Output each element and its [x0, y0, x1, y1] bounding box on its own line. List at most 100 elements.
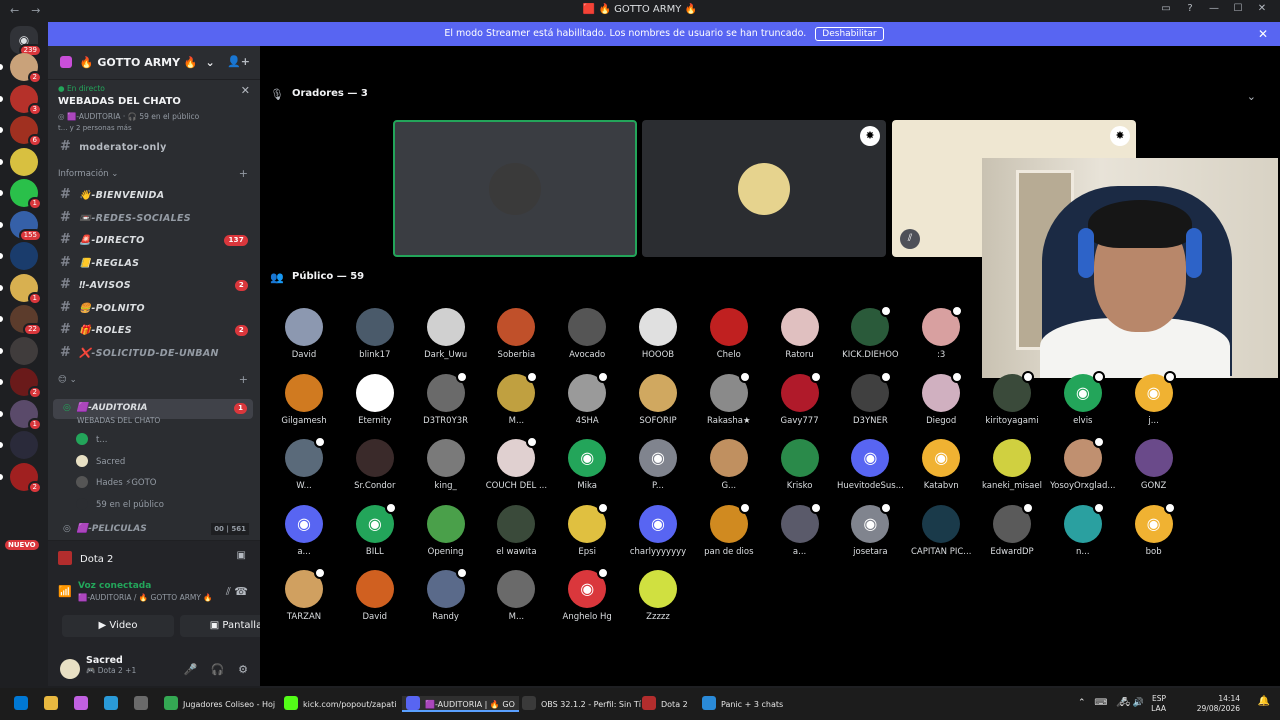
audience-member[interactable]: M...	[481, 370, 551, 426]
audience-member[interactable]: Sr.Condor	[340, 439, 410, 491]
voice-status[interactable]: Voz conectada	[78, 581, 250, 591]
channel-directo[interactable]: # 🚨-DIRECTO 137	[48, 229, 260, 252]
chevron-up-icon[interactable]: ⌃	[1078, 698, 1086, 708]
channel-clipped[interactable]: # moderator-only	[48, 140, 260, 156]
minimize-button[interactable]: —	[1202, 3, 1226, 14]
add-member-icon[interactable]: 👤+	[227, 55, 250, 68]
live-stage-card[interactable]: ● En directo WEBADAS DEL CHATO ◎ 🟪-AUDIT…	[48, 80, 260, 144]
microphone-icon[interactable]: 🎤	[184, 663, 198, 676]
audience-member[interactable]: :3	[906, 305, 976, 360]
voice-location[interactable]: 🟪-AUDITORIA / 🔥 GOTTO ARMY 🔥	[78, 593, 250, 602]
server-icon[interactable]: 2	[0, 462, 42, 494]
audience-member[interactable]: Diegod	[906, 370, 976, 426]
audience-member[interactable]: kaneki_misael	[977, 439, 1047, 491]
video-button[interactable]: ▶ Video	[62, 615, 174, 637]
audience-member[interactable]: D3YNER	[835, 370, 905, 426]
audience-member[interactable]: Gavy777	[765, 370, 835, 426]
category-emoji[interactable]: 😊 ⌄ +	[48, 370, 260, 390]
server-icon[interactable]: 1	[0, 273, 42, 305]
voice-member[interactable]: Sacred	[76, 453, 125, 471]
audience-member[interactable]: G...	[694, 439, 764, 491]
audience-member[interactable]: D3TR0Y3R	[411, 370, 481, 426]
voice-member[interactable]: 59 en el público	[76, 496, 164, 514]
audience-member[interactable]: Rakasha★	[694, 370, 764, 426]
user-info[interactable]: Sacred 🎮 Dota 2 +1 🎤 🎧 ⚙	[48, 649, 260, 687]
noise-suppression-icon[interactable]: ⫽	[226, 585, 231, 598]
audience-member[interactable]: ◉ Mika	[552, 439, 622, 491]
audience-member[interactable]: ◉ a...	[269, 504, 339, 557]
disconnect-icon[interactable]: ☎	[234, 585, 248, 598]
speaker-tile[interactable]	[393, 120, 637, 257]
server-icon[interactable]	[0, 147, 38, 176]
channel-solicitud-de-unban[interactable]: # ❌-SOLICITUD-DE-UNBAN	[48, 342, 260, 365]
audience-member[interactable]: king_	[411, 439, 481, 491]
server-icon[interactable]: 1	[0, 399, 42, 431]
audience-member[interactable]: EdwardDP	[977, 501, 1047, 557]
audience-member[interactable]: Epsi	[552, 501, 622, 557]
taskbar-app[interactable]: Panic + 3 chats	[702, 696, 783, 712]
audience-member[interactable]: COUCH DEL ...	[481, 436, 551, 491]
audience-member[interactable]: ◉ charlyyyyyyy	[623, 504, 693, 557]
audience-member[interactable]: David	[340, 570, 410, 622]
taskbar-app[interactable]	[104, 696, 123, 712]
channel-roles[interactable]: # 🎁-ROLES 2	[48, 319, 260, 342]
taskbar-app[interactable]: kick.com/popout/zapati	[284, 696, 397, 712]
audience-member[interactable]: ◉ BILL	[340, 501, 410, 557]
maximize-button[interactable]: ☐	[1226, 3, 1250, 14]
disable-streamer-button[interactable]: Deshabilitar	[815, 27, 884, 41]
close-button[interactable]: ✕	[1250, 3, 1274, 14]
audience-member[interactable]: TARZÁN	[269, 567, 339, 622]
audience-member[interactable]: GONZ	[1119, 439, 1189, 491]
keyboard-icon[interactable]: ⌨	[1094, 698, 1107, 708]
taskbar-app[interactable]	[44, 696, 63, 712]
channel-avisos[interactable]: # ‼-AVISOS 2	[48, 274, 260, 297]
audience-member[interactable]: Dark_Uwu	[411, 308, 481, 360]
category-informacion[interactable]: Información ⌄ +	[48, 164, 260, 184]
language[interactable]: ESP LAA	[1151, 694, 1166, 714]
voice-member[interactable]: t...	[76, 431, 107, 449]
signal-icon[interactable]: 📶	[58, 585, 72, 598]
audience-member[interactable]: 4SHA	[552, 370, 622, 426]
channel-bienvenida[interactable]: # 👋-BIENVENIDA	[48, 184, 260, 207]
audience-member[interactable]: n...	[1048, 501, 1118, 557]
taskbar-app[interactable]	[134, 696, 153, 712]
server-icon[interactable]	[0, 431, 38, 459]
taskbar-app[interactable]	[14, 696, 33, 712]
server-icon[interactable]: 22	[0, 305, 42, 336]
taskbar-app[interactable]: OBS 32.1.2 - Perfil: Sin Tí	[522, 696, 641, 712]
system-tray[interactable]: 🖧 🔊	[1120, 698, 1144, 708]
audience-member[interactable]: ◉ josetara	[835, 501, 905, 557]
server-icon[interactable]	[0, 336, 38, 365]
audience-member[interactable]: ◉ Eternity	[340, 373, 410, 426]
home-button[interactable]: ◉ 239	[10, 26, 42, 57]
add-channel-icon[interactable]: +	[239, 164, 248, 184]
audience-member[interactable]: Krisko	[765, 439, 835, 491]
server-icon[interactable]: 1	[0, 179, 42, 210]
audience-member[interactable]: Chelo	[694, 308, 764, 360]
clock[interactable]: 14:14 29/08/2026	[1197, 694, 1240, 714]
audience-member[interactable]: pan de dios	[694, 501, 764, 557]
server-icon[interactable]: 6	[0, 116, 42, 147]
voice-member[interactable]: Hades ⚡GOTO	[76, 474, 156, 492]
game-activity[interactable]: Dota 2 ▣	[48, 541, 260, 575]
channel-reglas[interactable]: # 📒-REGLAS	[48, 252, 260, 275]
audience-member[interactable]: KICK.DIEHOO	[835, 305, 905, 360]
audience-member[interactable]: ◉ Katabvn	[906, 439, 976, 491]
server-header[interactable]: 🔥 GOTTO ARMY 🔥 ⌄ 👤+	[48, 46, 260, 80]
channel-polnito[interactable]: # 🍔-POLNITO	[48, 297, 260, 320]
server-icon[interactable]: 2	[0, 53, 42, 84]
audience-member[interactable]: blink17	[340, 308, 410, 360]
audience-member[interactable]: kiritoyagami	[977, 370, 1047, 426]
audience-member[interactable]: a...	[765, 501, 835, 557]
gear-icon[interactable]: ⚙	[238, 663, 248, 676]
close-live-icon[interactable]: ✕	[241, 84, 250, 97]
server-icon[interactable]: 2	[0, 368, 42, 399]
server-icon[interactable]	[0, 242, 38, 270]
headphones-icon[interactable]: 🎧	[211, 663, 225, 676]
taskbar-app[interactable]: 🟪-AUDITORIA | 🔥 GO	[402, 696, 519, 712]
channel-redes-sociales[interactable]: # 📼-REDES-SOCIALES	[48, 207, 260, 230]
audience-member[interactable]: Zzzzz	[623, 570, 693, 622]
chevron-down-icon[interactable]: ⌄	[1247, 90, 1256, 103]
audience-member[interactable]: Avocado	[552, 308, 622, 360]
inbox-icon[interactable]: ▭	[1154, 3, 1178, 14]
